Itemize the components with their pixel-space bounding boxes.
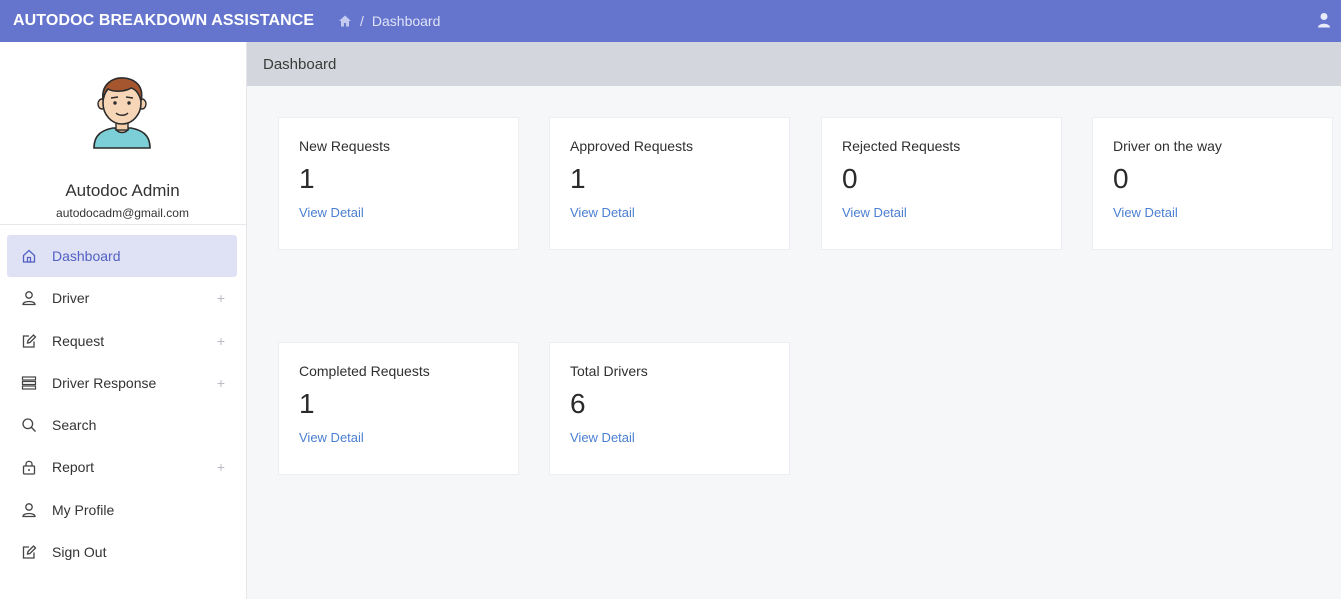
user-icon xyxy=(21,290,37,306)
user-icon[interactable] xyxy=(1317,12,1331,28)
card-value: 1 xyxy=(299,388,315,419)
page-title: Dashboard xyxy=(247,42,1341,86)
user-icon xyxy=(21,502,37,518)
stat-card-approved-requests: Approved Requests 1 View Detail xyxy=(549,117,790,250)
card-title: New Requests xyxy=(299,138,391,154)
breadcrumb: / Dashboard xyxy=(338,13,440,29)
expand-icon[interactable]: + xyxy=(217,459,225,475)
card-title: Driver on the way xyxy=(1113,138,1222,154)
stat-card-new-requests: New Requests 1 View Detail xyxy=(278,117,519,250)
sidebar-item-driver[interactable]: Driver + xyxy=(7,277,237,319)
sidebar-item-report[interactable]: Report + xyxy=(7,446,237,488)
edit-icon xyxy=(21,544,37,560)
lock-icon xyxy=(21,459,37,476)
stat-card-rejected-requests: Rejected Requests 0 View Detail xyxy=(821,117,1062,250)
home-icon[interactable] xyxy=(338,14,352,28)
sidebar-item-label: Search xyxy=(52,417,97,434)
sidebar-item-label: Driver xyxy=(52,290,90,307)
view-detail-link[interactable]: View Detail xyxy=(570,205,769,220)
sidebar-item-label: Report xyxy=(52,459,95,476)
expand-icon[interactable]: + xyxy=(217,333,225,349)
sidebar-item-driver-response[interactable]: Driver Response + xyxy=(7,362,237,404)
card-title: Approved Requests xyxy=(570,138,693,154)
sidebar-item-dashboard[interactable]: Dashboard xyxy=(7,235,237,277)
top-navbar: AUTODOC BREAKDOWN ASSISTANCE / Dashboard xyxy=(0,0,1341,42)
sidebar-divider xyxy=(0,224,246,225)
sidebar-item-label: Driver Response xyxy=(52,374,157,391)
sidebar-item-label: Sign Out xyxy=(52,544,107,561)
card-value: 1 xyxy=(570,163,586,194)
view-detail-link[interactable]: View Detail xyxy=(299,205,498,220)
sidebar: Autodoc Admin autodocadm@gmail.com Dashb… xyxy=(0,42,247,599)
stat-card-driver-on-the-way: Driver on the way 0 View Detail xyxy=(1092,117,1333,250)
profile-email: autodocadm@gmail.com xyxy=(56,206,189,220)
search-icon xyxy=(21,417,37,433)
stat-card-completed-requests: Completed Requests 1 View Detail xyxy=(278,342,519,475)
card-title: Rejected Requests xyxy=(842,138,961,154)
card-value: 6 xyxy=(570,388,586,419)
sidebar-item-label: Dashboard xyxy=(52,248,121,264)
view-detail-link[interactable]: View Detail xyxy=(299,430,498,445)
view-detail-link[interactable]: View Detail xyxy=(1113,205,1312,220)
sidebar-menu: Dashboard Driver + Request + Driver Resp… xyxy=(7,235,237,573)
card-value: 1 xyxy=(299,163,315,194)
card-value: 0 xyxy=(1113,163,1129,194)
breadcrumb-current: Dashboard xyxy=(371,13,441,29)
list-icon xyxy=(21,375,37,391)
view-detail-link[interactable]: View Detail xyxy=(842,205,1041,220)
sidebar-item-sign-out[interactable]: Sign Out xyxy=(7,531,237,573)
sidebar-item-my-profile[interactable]: My Profile xyxy=(7,489,237,531)
edit-icon xyxy=(21,333,37,349)
expand-icon[interactable]: + xyxy=(217,375,225,391)
card-title: Completed Requests xyxy=(299,363,430,379)
view-detail-link[interactable]: View Detail xyxy=(570,430,769,445)
sidebar-item-search[interactable]: Search xyxy=(7,404,237,446)
sidebar-item-label: Request xyxy=(52,332,105,349)
avatar xyxy=(91,76,153,150)
card-title: Total Drivers xyxy=(570,363,648,379)
sidebar-item-request[interactable]: Request + xyxy=(7,320,237,362)
sidebar-item-label: My Profile xyxy=(52,501,115,518)
breadcrumb-separator: / xyxy=(360,13,364,29)
app-title[interactable]: AUTODOC BREAKDOWN ASSISTANCE xyxy=(0,12,338,30)
stat-card-total-drivers: Total Drivers 6 View Detail xyxy=(549,342,790,475)
expand-icon[interactable]: + xyxy=(217,290,225,306)
profile-name: Autodoc Admin xyxy=(65,181,180,200)
card-value: 0 xyxy=(842,163,858,194)
home-icon xyxy=(21,248,37,264)
